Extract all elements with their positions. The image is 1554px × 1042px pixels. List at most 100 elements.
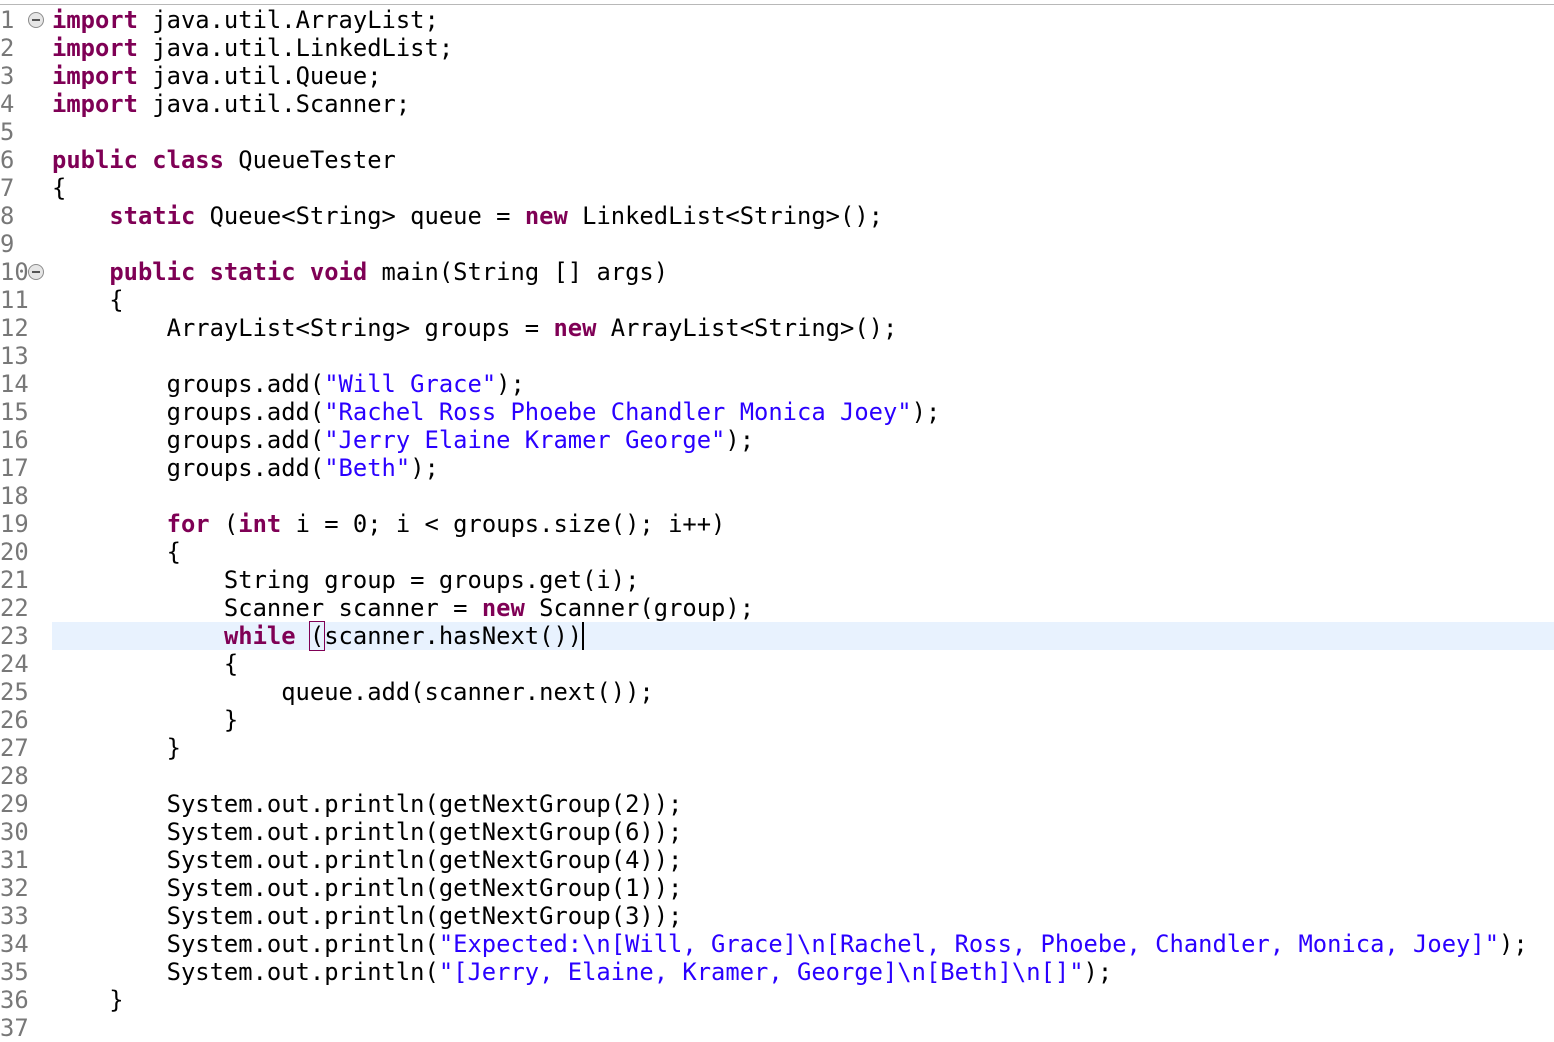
code-line[interactable]: 16 groups.add("Jerry Elaine Kramer Georg… — [0, 426, 1554, 454]
code-line[interactable]: 36 } — [0, 986, 1554, 1014]
code-line[interactable]: 19 for (int i = 0; i < groups.size(); i+… — [0, 510, 1554, 538]
code-line[interactable]: 27 } — [0, 734, 1554, 762]
collapse-fold-icon[interactable] — [28, 12, 44, 28]
line-number: 21 — [0, 566, 29, 594]
code-text[interactable]: groups.add("Rachel Ross Phoebe Chandler … — [52, 398, 941, 426]
line-number-gutter: 18 — [0, 482, 50, 510]
code-line[interactable]: 33 System.out.println(getNextGroup(3)); — [0, 902, 1554, 930]
line-number-gutter: 32 — [0, 874, 50, 902]
code-line[interactable]: 4 import java.util.Scanner; — [0, 90, 1554, 118]
line-number-gutter: 31 — [0, 846, 50, 874]
code-token: System.out.println( — [52, 930, 439, 958]
code-line[interactable]: 31 System.out.println(getNextGroup(4)); — [0, 846, 1554, 874]
code-text[interactable]: static Queue<String> queue = new LinkedL… — [52, 202, 883, 230]
code-text[interactable]: { — [52, 538, 181, 566]
code-line[interactable]: 14 groups.add("Will Grace"); — [0, 370, 1554, 398]
code-line[interactable]: 15 groups.add("Rachel Ross Phoebe Chandl… — [0, 398, 1554, 426]
code-text[interactable]: groups.add("Beth"); — [52, 454, 439, 482]
code-line[interactable]: 7{ — [0, 174, 1554, 202]
line-number: 36 — [0, 986, 29, 1014]
code-line[interactable]: 9 — [0, 230, 1554, 258]
line-number-gutter: 1 — [0, 6, 50, 34]
code-line[interactable]: 18 — [0, 482, 1554, 510]
keyword-token: import — [52, 90, 138, 118]
code-line[interactable]: 28 — [0, 762, 1554, 790]
code-line[interactable]: 32 System.out.println(getNextGroup(1)); — [0, 874, 1554, 902]
code-token: Scanner scanner = — [52, 594, 482, 622]
code-text[interactable]: { — [52, 650, 238, 678]
code-text[interactable]: } — [52, 734, 181, 762]
code-line[interactable]: 22 Scanner scanner = new Scanner(group); — [0, 594, 1554, 622]
code-text[interactable]: } — [52, 706, 238, 734]
code-line[interactable]: 10 public static void main(String [] arg… — [0, 258, 1554, 286]
code-text[interactable]: { — [52, 286, 123, 314]
code-text[interactable]: System.out.println(getNextGroup(4)); — [52, 846, 683, 874]
line-number: 3 — [0, 62, 15, 90]
code-line[interactable]: 6 public class QueueTester — [0, 146, 1554, 174]
code-text[interactable]: } — [52, 986, 123, 1014]
code-text[interactable]: System.out.println(getNextGroup(6)); — [52, 818, 683, 846]
code-text[interactable]: String group = groups.get(i); — [52, 566, 639, 594]
code-line[interactable]: 26 } — [0, 706, 1554, 734]
keyword-token: import — [52, 6, 138, 34]
code-line[interactable]: 21 String group = groups.get(i); — [0, 566, 1554, 594]
code-token: System.out.println(getNextGroup(6)); — [52, 818, 683, 846]
code-token: ); — [1499, 930, 1528, 958]
keyword-token: class — [152, 146, 224, 174]
code-text[interactable]: System.out.println("Expected:\n[Will, Gr… — [52, 930, 1528, 958]
code-line[interactable]: 13 — [0, 342, 1554, 370]
keyword-token: for — [166, 510, 210, 538]
code-line[interactable]: 30 System.out.println(getNextGroup(6)); — [0, 818, 1554, 846]
code-text[interactable]: import java.util.Scanner; — [52, 90, 410, 118]
code-line[interactable]: 24 { — [0, 650, 1554, 678]
code-text[interactable]: System.out.println(getNextGroup(3)); — [52, 902, 683, 930]
code-text[interactable]: { — [52, 174, 66, 202]
code-text[interactable]: groups.add("Jerry Elaine Kramer George")… — [52, 426, 754, 454]
code-text[interactable]: public static void main(String [] args) — [52, 258, 668, 286]
code-text[interactable]: import java.util.Queue; — [52, 62, 382, 90]
code-line[interactable]: 35 System.out.println("[Jerry, Elaine, K… — [0, 958, 1554, 986]
code-line[interactable]: 20 { — [0, 538, 1554, 566]
code-text[interactable]: while (scanner.hasNext()) — [52, 621, 585, 651]
line-number: 32 — [0, 874, 29, 902]
code-line[interactable]: 34 System.out.println("Expected:\n[Will,… — [0, 930, 1554, 958]
line-number-gutter: 25 — [0, 678, 50, 706]
code-text[interactable]: import java.util.ArrayList; — [52, 6, 439, 34]
collapse-fold-icon[interactable] — [28, 264, 44, 280]
current-code-line[interactable]: 23 while (scanner.hasNext()) — [0, 621, 1554, 651]
code-text[interactable]: Scanner scanner = new Scanner(group); — [52, 594, 754, 622]
code-token: ); — [410, 454, 439, 482]
code-text[interactable]: System.out.println("[Jerry, Elaine, Kram… — [52, 958, 1113, 986]
code-token: ); — [911, 398, 941, 426]
code-line[interactable]: 3 import java.util.Queue; — [0, 62, 1554, 90]
code-text[interactable]: groups.add("Will Grace"); — [52, 370, 525, 398]
code-line[interactable]: 12 ArrayList<String> groups = new ArrayL… — [0, 314, 1554, 342]
code-text[interactable]: System.out.println(getNextGroup(2)); — [52, 790, 683, 818]
line-number: 33 — [0, 902, 29, 930]
code-text[interactable]: import java.util.LinkedList; — [52, 34, 453, 62]
code-token: System.out.println(getNextGroup(4)); — [52, 846, 683, 874]
line-number: 28 — [0, 762, 29, 790]
code-text[interactable]: public class QueueTester — [52, 146, 396, 174]
code-token: i = 0; i < groups.size(); i++) — [281, 510, 726, 538]
code-text[interactable]: queue.add(scanner.next()); — [52, 678, 654, 706]
code-line[interactable]: 17 groups.add("Beth"); — [0, 454, 1554, 482]
line-number-gutter: 27 — [0, 734, 50, 762]
code-line[interactable]: 11 { — [0, 286, 1554, 314]
code-text[interactable]: for (int i = 0; i < groups.size(); i++) — [52, 510, 726, 538]
code-editor[interactable]: 1 import java.util.ArrayList; 2 import java… — [0, 6, 1554, 1042]
string-literal-token: "Beth" — [324, 454, 411, 482]
code-token: queue.add(scanner.next()); — [52, 678, 654, 706]
code-line[interactable]: 1 import java.util.ArrayList; — [0, 6, 1554, 34]
code-line[interactable]: 25 queue.add(scanner.next()); — [0, 678, 1554, 706]
code-line[interactable]: 2 import java.util.LinkedList; — [0, 34, 1554, 62]
code-text[interactable]: System.out.println(getNextGroup(1)); — [52, 874, 683, 902]
code-line[interactable]: 29 System.out.println(getNextGroup(2)); — [0, 790, 1554, 818]
string-literal-token: "Expected:\n[Will, Grace]\n[Rachel, Ross… — [438, 930, 1500, 958]
code-token: java.util.LinkedList; — [137, 34, 454, 62]
code-text[interactable]: ArrayList<String> groups = new ArrayList… — [52, 314, 898, 342]
code-line[interactable]: 5 — [0, 118, 1554, 146]
code-line[interactable]: 37 — [0, 1014, 1554, 1042]
code-token: groups.add( — [52, 454, 325, 482]
code-line[interactable]: 8 static Queue<String> queue = new Linke… — [0, 202, 1554, 230]
